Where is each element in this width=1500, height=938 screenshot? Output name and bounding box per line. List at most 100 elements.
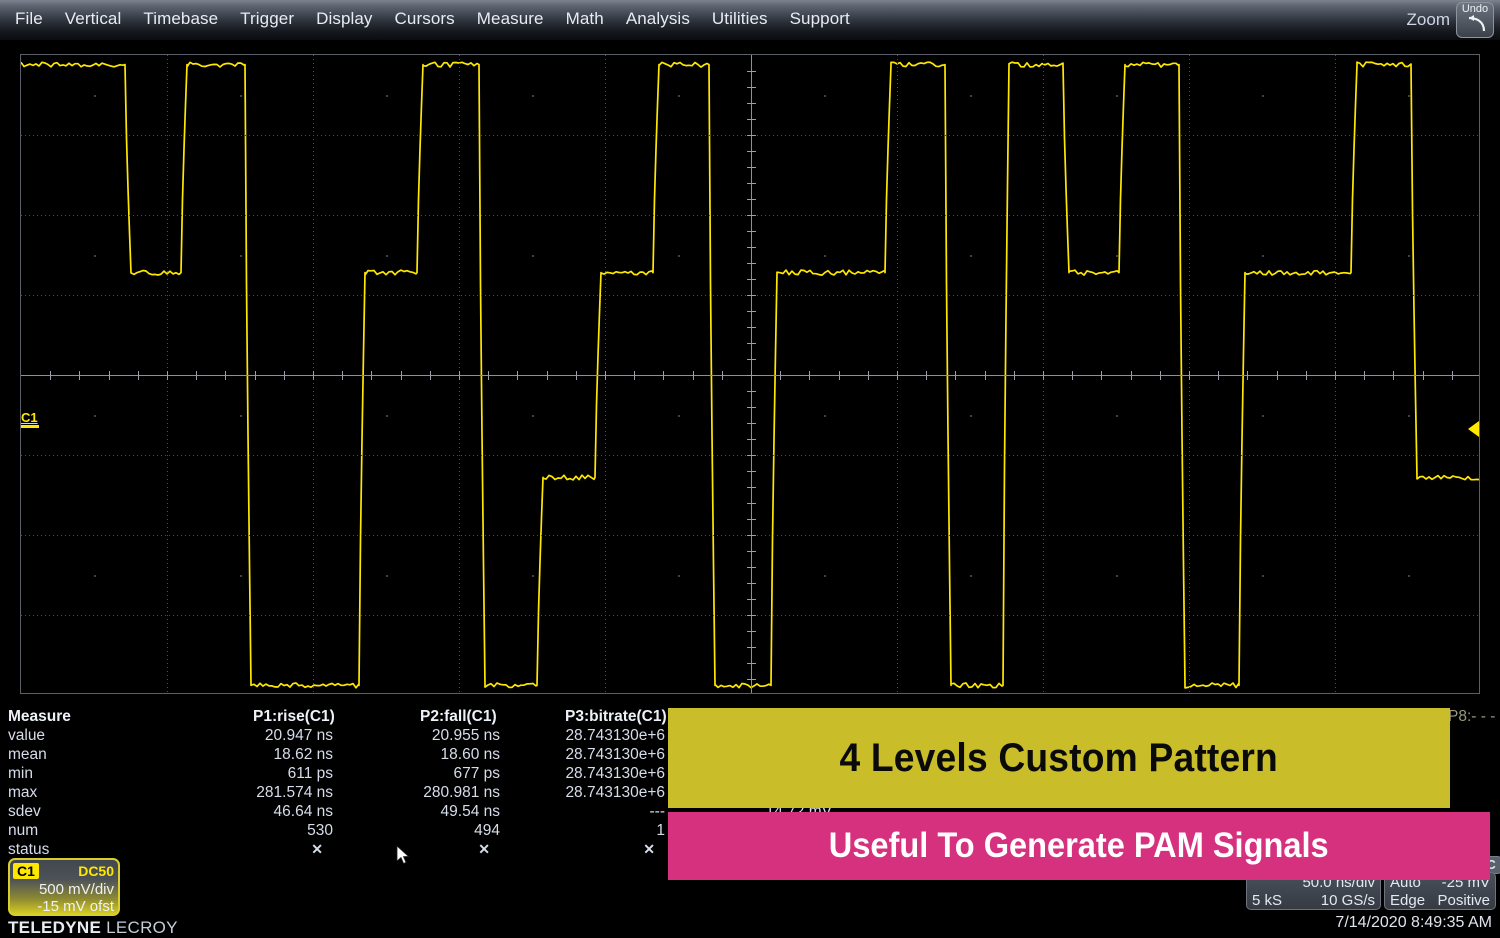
axis-tick xyxy=(747,327,756,328)
ground-level-arrow-icon[interactable] xyxy=(1468,421,1479,437)
axis-tick xyxy=(1131,371,1132,380)
grid-subdot xyxy=(94,415,96,417)
grid-subdot xyxy=(386,575,388,577)
grid-subdot xyxy=(970,415,972,417)
grid-subdot xyxy=(532,95,534,97)
axis-tick xyxy=(50,371,51,380)
grid-subdot xyxy=(824,575,826,577)
measure-row-label-status: status xyxy=(8,841,49,859)
undo-button[interactable]: Undo xyxy=(1456,2,1494,38)
measure-column-header-p2: P2:fall(C1) xyxy=(420,708,497,726)
trigger-type: Edge xyxy=(1390,892,1425,909)
measure-row-label-sdev: sdev xyxy=(8,803,41,821)
axis-tick xyxy=(747,391,756,392)
axis-tick xyxy=(1072,371,1073,380)
menu-item-vertical[interactable]: Vertical xyxy=(54,7,133,31)
menu-item-display[interactable]: Display xyxy=(305,7,383,31)
grid-subdot xyxy=(386,95,388,97)
axis-tick xyxy=(747,631,756,632)
c1-marker-label: C1 xyxy=(21,412,43,424)
axis-tick xyxy=(747,71,756,72)
grid-subdot xyxy=(532,575,534,577)
measure-cell-p2-status: ✕ xyxy=(478,841,490,858)
axis-tick xyxy=(897,371,898,380)
grid-subdot xyxy=(970,575,972,577)
measure-cell-p2-sdev: 49.54 ns xyxy=(441,803,500,821)
axis-tick xyxy=(1335,371,1336,380)
brand-logo: TELEDYNE LECROY xyxy=(8,918,178,938)
menu-item-support[interactable]: Support xyxy=(779,7,861,31)
axis-tick xyxy=(747,599,756,600)
axis-tick xyxy=(747,471,756,472)
channel-c1-coupling: DC50 xyxy=(78,863,114,879)
grid-subdot xyxy=(678,415,680,417)
measure-cell-p3-sdev: --- xyxy=(650,803,666,821)
grid-subdot xyxy=(678,575,680,577)
axis-tick xyxy=(693,371,694,380)
measure-row-label-num: num xyxy=(8,822,38,840)
channel-c1-scale: 500 mV/div xyxy=(39,881,114,898)
axis-tick xyxy=(284,371,285,380)
axis-tick xyxy=(313,371,314,380)
axis-tick xyxy=(1306,371,1307,380)
menu-item-math[interactable]: Math xyxy=(555,7,615,31)
measure-cell-p1-mean: 18.62 ns xyxy=(274,746,333,764)
grid-subdot xyxy=(240,415,242,417)
axis-tick xyxy=(747,135,756,136)
menu-item-analysis[interactable]: Analysis xyxy=(615,7,701,31)
axis-tick xyxy=(747,423,756,424)
axis-tick xyxy=(1393,371,1394,380)
axis-tick xyxy=(517,371,518,380)
axis-tick xyxy=(1043,371,1044,380)
axis-tick xyxy=(747,103,756,104)
axis-tick xyxy=(225,371,226,380)
menu-item-measure[interactable]: Measure xyxy=(466,7,555,31)
axis-tick xyxy=(663,371,664,380)
axis-tick xyxy=(1189,371,1190,380)
measure-cell-p2-mean: 18.60 ns xyxy=(441,746,500,764)
channel-c1-tag: C1 xyxy=(13,863,39,879)
measure-column-header-p1: P1:rise(C1) xyxy=(253,708,335,726)
brand-lecroy: LECROY xyxy=(101,918,178,937)
axis-tick xyxy=(1247,371,1248,380)
axis-tick xyxy=(839,371,840,380)
axis-tick xyxy=(1218,371,1219,380)
grid-subdot xyxy=(1116,415,1118,417)
waveform-area: C1 xyxy=(0,40,1500,708)
axis-tick xyxy=(985,371,986,380)
axis-tick xyxy=(196,371,197,380)
menu-item-trigger[interactable]: Trigger xyxy=(229,7,305,31)
menu-item-utilities[interactable]: Utilities xyxy=(701,7,779,31)
c1-ground-marker[interactable]: C1 xyxy=(21,412,43,434)
axis-tick xyxy=(747,215,756,216)
axis-tick xyxy=(747,407,756,408)
menu-item-file[interactable]: File xyxy=(4,7,54,31)
c1-marker-bar xyxy=(21,425,39,428)
grid-subdot xyxy=(386,255,388,257)
measure-cell-p3-max: 28.743130e+6 xyxy=(565,784,665,802)
menu-bar: File Vertical Timebase Trigger Display C… xyxy=(0,0,1500,40)
axis-tick xyxy=(1014,371,1015,380)
axis-tick xyxy=(547,371,548,380)
axis-tick xyxy=(1452,371,1453,380)
grid-subdot xyxy=(1262,415,1264,417)
grid-subdot xyxy=(1262,255,1264,257)
axis-tick xyxy=(747,247,756,248)
measure-cell-p1-num: 530 xyxy=(307,822,333,840)
axis-tick xyxy=(747,647,756,648)
waveform-grid[interactable]: C1 xyxy=(20,54,1480,694)
axis-tick xyxy=(747,455,756,456)
grid-subdot xyxy=(1262,575,1264,577)
grid-subdot xyxy=(1262,95,1264,97)
menu-item-timebase[interactable]: Timebase xyxy=(132,7,229,31)
grid-subdot xyxy=(532,255,534,257)
menu-item-cursors[interactable]: Cursors xyxy=(384,7,466,31)
axis-tick xyxy=(576,371,577,380)
axis-tick xyxy=(722,371,723,380)
measure-cell-p3-num: 1 xyxy=(656,822,665,840)
measure-column-header-p3: P3:bitrate(C1) xyxy=(565,708,667,726)
channel-c1-offset: -15 mV ofst xyxy=(37,898,114,915)
zoom-label: Zoom xyxy=(1407,10,1450,30)
measure-cell-p1-max: 281.574 ns xyxy=(256,784,333,802)
channel-c1-descriptor[interactable]: C1 DC50 500 mV/div -15 mV ofst xyxy=(8,858,120,916)
